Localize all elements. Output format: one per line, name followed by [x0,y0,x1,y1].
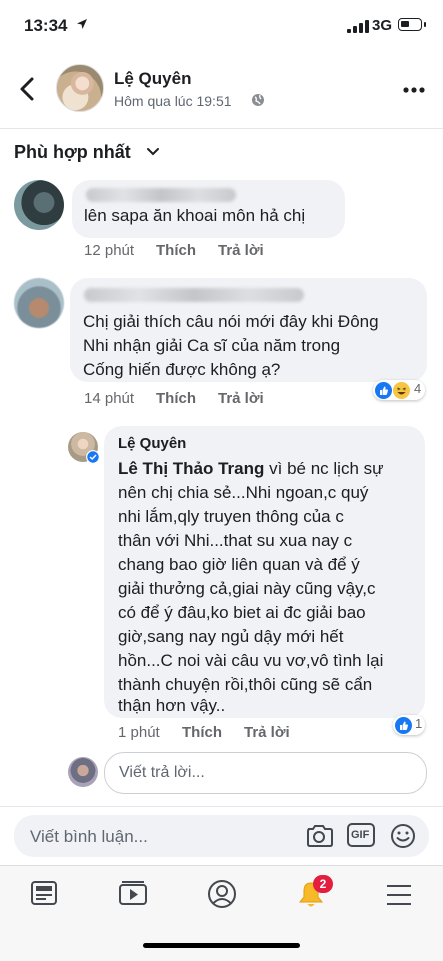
reply-text-line: nên chị chia sẻ...Nhi ngoan,c quý [118,483,369,502]
author-avatar[interactable] [56,64,104,112]
sort-dropdown[interactable]: Phù hợp nhất [14,142,131,163]
reply-input-placeholder: Viết trả lời... [119,764,205,781]
comment-bubble: Chị giải thích câu nói mới đây khi Đông … [70,278,427,382]
reply-text-line: có để ý đâu,ko biet ai đc giải bao [118,603,366,622]
commenter-avatar[interactable] [14,180,64,230]
reply-time: 1 phút [118,724,160,741]
news-feed-icon[interactable] [30,880,58,906]
signal-icon [347,20,369,33]
tagged-user[interactable]: Lê Thị Thảo Trang [118,459,264,478]
comment-input[interactable]: Viết bình luận... GIF [14,815,429,857]
watch-video-icon[interactable] [118,880,148,908]
reply-text-line: thận hơn vậy.. [118,696,226,715]
chevron-down-icon[interactable] [146,147,160,157]
emoji-icon[interactable] [390,823,416,849]
haha-reaction-icon [393,381,410,399]
comment-time: 12 phút [84,242,135,259]
reply-text-line: nhi lắm,qly truyen thông của c [118,507,344,526]
like-button[interactable]: Thích [156,242,196,259]
profile-icon[interactable] [207,879,237,909]
comment-compose-bar: Viết bình luận... GIF [0,806,443,865]
like-button[interactable]: Thích [156,390,196,407]
header-divider [0,128,443,129]
like-reaction-icon [395,716,412,734]
like-button[interactable]: Thích [182,724,222,741]
globe-icon [252,94,264,106]
comment-text-line: Nhi nhận giải Ca sĩ của năm trong [83,336,341,355]
network-type: 3G [372,17,393,34]
reply-text-line: hồn...C noi vài câu vu vơ,vô tình lại [118,651,384,670]
home-indicator [143,943,300,948]
gif-label: GIF [351,829,370,841]
reaction-count: 1 [415,716,423,731]
comment-text-line: Chị giải thích câu nói mới đây khi Đông [83,312,379,331]
notification-badge: 2 [313,875,333,893]
reply-first-line: Lê Thị Thảo Trang vì bé nc lịch sự [118,457,384,481]
camera-icon[interactable] [304,822,334,850]
comment-bubble: lên sapa ăn khoai môn hả chị [72,180,345,238]
commenter-name-blurred [84,288,304,302]
back-arrow-icon[interactable] [14,74,42,104]
reply-button[interactable]: Trả lời [218,242,264,259]
comment-text-line: Cống hiến được không ạ? [83,360,281,379]
reply-button[interactable]: Trả lời [244,724,290,741]
commenter-name-blurred [86,188,236,202]
status-time: 13:34 [24,16,68,35]
verified-badge-icon [86,450,100,464]
gif-button[interactable]: GIF [347,823,375,847]
battery-cap [424,22,426,27]
reply-button[interactable]: Trả lời [218,390,264,407]
battery-icon [398,18,422,31]
reply-first-line-text: vì bé nc lịch sự [264,459,384,478]
menu-hamburger-icon[interactable] [385,883,413,907]
location-arrow-icon [77,19,87,29]
reply-input[interactable]: Viết trả lời... [104,752,427,794]
reply-bubble: Lệ Quyên Lê Thị Thảo Trang vì bé nc lịch… [104,426,425,718]
reaction-summary[interactable]: 1 [393,715,425,735]
reply-text-line: chang bao giờ liên quan và để ý [118,555,360,574]
commenter-avatar[interactable] [14,278,64,328]
like-reaction-icon [375,381,392,399]
more-options-icon[interactable] [403,86,425,94]
comment-text: lên sapa ăn khoai môn hả chị [84,206,306,225]
post-time: Hôm qua lúc 19:51 [114,93,232,109]
reaction-summary[interactable]: 4 [373,380,425,400]
reaction-count: 4 [414,381,422,396]
reply-text-line: thân với Nhi...that su xua nay c [118,531,353,550]
comment-input-placeholder: Viết bình luận... [30,827,148,846]
reply-text-line: giờ,sang nay ngủ dậy mới hết [118,627,344,646]
post-author-name[interactable]: Lệ Quyên [114,69,191,89]
reply-text-line: giải thưởng cả,giai này cũng vậy,c [118,579,376,598]
comment-time: 14 phút [84,390,135,407]
reply-author-name[interactable]: Lệ Quyên [118,435,186,452]
my-avatar [68,757,98,787]
